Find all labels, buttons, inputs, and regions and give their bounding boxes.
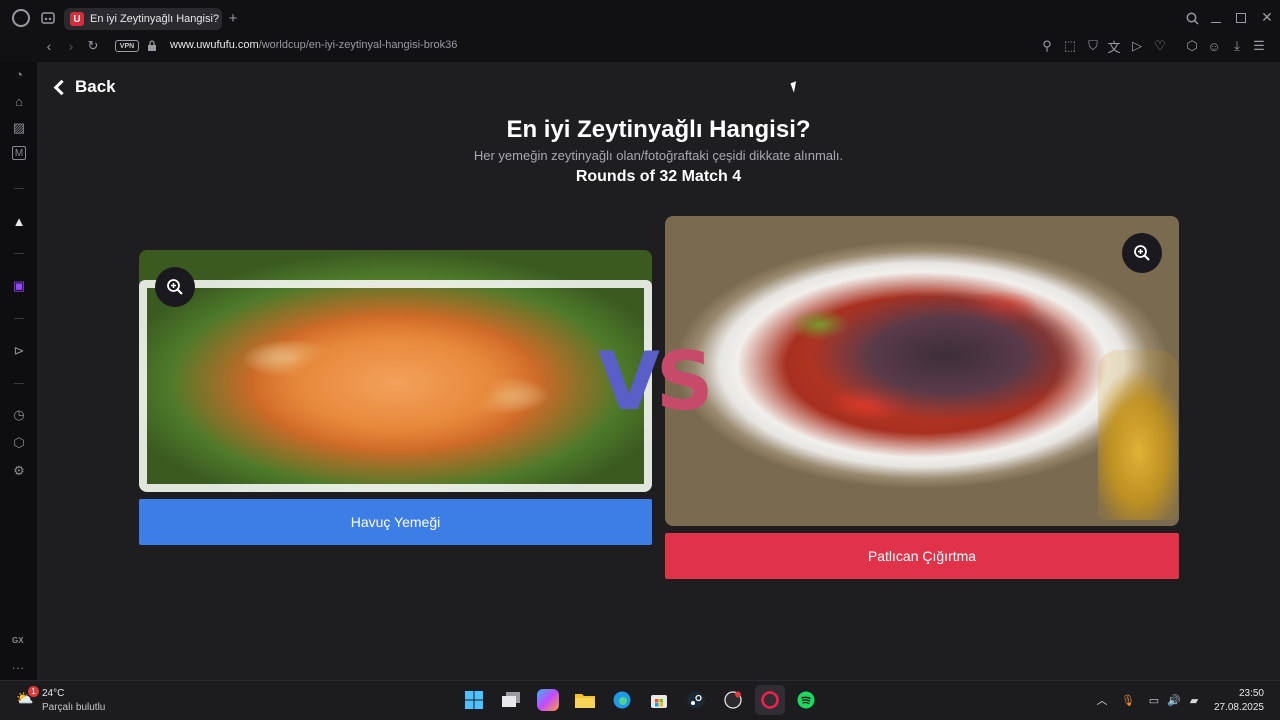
lock-icon[interactable] xyxy=(146,39,158,53)
aria-icon[interactable]: ▲ xyxy=(10,212,28,230)
windows-start-icon[interactable] xyxy=(463,689,485,711)
sidebar-divider xyxy=(14,188,24,189)
task-view-icon[interactable] xyxy=(500,689,522,711)
back-nav-icon[interactable]: ‹ xyxy=(42,38,56,54)
round-info: Rounds of 32 Match 4 xyxy=(575,168,742,185)
copilot-icon[interactable] xyxy=(537,689,559,711)
url-text[interactable]: www.uwufufu.com/worldcup/en-iyi-zeytinya… xyxy=(170,39,457,51)
menu-icon[interactable]: ☰ xyxy=(1252,38,1266,53)
edge-icon[interactable] xyxy=(611,689,633,711)
zoom-in-icon[interactable] xyxy=(1122,233,1162,273)
page-subtitle: Her yemeğin zeytinyağlı olan/fotoğraftak… xyxy=(473,148,844,163)
vs-v: V xyxy=(598,335,660,428)
play-icon[interactable]: ▷ xyxy=(1130,38,1144,53)
choose-left-button[interactable]: Havuç Yemeği xyxy=(139,499,652,545)
taskbar xyxy=(0,680,1280,720)
weather-temp[interactable]: 24°C xyxy=(42,688,64,699)
weather-badge: 1 xyxy=(28,686,39,697)
shield-icon[interactable]: ⛉ xyxy=(1086,38,1100,53)
history-icon[interactable]: ◷ xyxy=(10,406,28,424)
opera-logo-icon[interactable] xyxy=(12,9,30,27)
choose-right-button[interactable]: Patlıcan Çığırtma xyxy=(665,533,1179,579)
clock-time[interactable]: 23:50 xyxy=(1232,688,1264,699)
opera-gx-taskbar-icon[interactable] xyxy=(755,685,785,715)
url-path: /worldcup/en-iyi-zeytinyal-hangisi-brok3… xyxy=(258,39,458,51)
page-title: En iyi Zeytinyağlı Hangisi? xyxy=(506,116,811,143)
player-m-icon[interactable]: M xyxy=(12,146,26,160)
store-icon[interactable] xyxy=(648,689,670,711)
show-hidden-icons-icon[interactable]: ︿ xyxy=(1094,692,1110,708)
video-player-icon[interactable]: ⊳ xyxy=(10,342,28,360)
restore-icon[interactable] xyxy=(1236,13,1246,23)
settings-gear-icon[interactable]: ⚙ xyxy=(10,462,28,480)
tab-title: En iyi Zeytinyağlı Hangisi? xyxy=(90,13,220,25)
weather-desc[interactable]: Parçalı bulutlu xyxy=(42,702,105,713)
file-explorer-icon[interactable] xyxy=(574,689,596,711)
heart-icon[interactable]: ♡ xyxy=(1153,38,1167,53)
forward-nav-icon[interactable]: › xyxy=(64,38,78,54)
vpn-badge[interactable]: VPN xyxy=(115,40,139,52)
battery-icon[interactable]: ▰ xyxy=(1186,692,1202,708)
plate-rim xyxy=(139,280,652,492)
clock-date[interactable]: 27.08.2025 xyxy=(1212,702,1264,713)
browser-tab[interactable]: U En iyi Zeytinyağlı Hangisi? xyxy=(64,8,222,30)
workspaces-icon[interactable] xyxy=(40,10,56,26)
sidebar-divider xyxy=(14,383,24,384)
sidebar-divider xyxy=(14,253,24,254)
twitch-icon[interactable]: ▣ xyxy=(10,277,28,295)
gx-label: GX xyxy=(12,636,24,645)
display-icon[interactable]: ▭ xyxy=(1146,692,1162,708)
snapshot-icon[interactable]: ⬚ xyxy=(1063,38,1077,53)
back-button[interactable]: Back xyxy=(52,77,116,97)
versus-badge: VS xyxy=(598,342,714,422)
speed-dial-icon[interactable]: ◔ xyxy=(10,65,28,83)
steam-icon[interactable] xyxy=(685,689,707,711)
cleaner-icon[interactable]: ▨ xyxy=(10,119,28,137)
back-label: Back xyxy=(75,77,116,96)
zoom-in-icon[interactable] xyxy=(155,267,195,307)
minimize-icon[interactable] xyxy=(1211,22,1221,23)
profile-icon[interactable]: ☺ xyxy=(1207,39,1221,54)
sidebar-more-icon[interactable]: ... xyxy=(12,658,25,672)
vs-s: S xyxy=(655,335,714,428)
url-domain: www.uwufufu.com xyxy=(170,39,259,51)
left-choice-image[interactable] xyxy=(139,250,652,492)
microphone-icon[interactable]: 🎙 xyxy=(1120,692,1136,708)
chevron-left-icon xyxy=(53,79,70,95)
close-icon[interactable]: ✕ xyxy=(1260,9,1274,25)
pin-icon[interactable]: ⚲ xyxy=(1040,38,1054,53)
translate-icon[interactable]: 文 xyxy=(1107,39,1121,55)
extensions-icon[interactable]: ⬡ xyxy=(1185,38,1199,53)
download-icon[interactable]: ⤓ xyxy=(1230,38,1244,53)
volume-icon[interactable]: 🔊 xyxy=(1166,692,1182,708)
spotify-icon[interactable] xyxy=(795,689,817,711)
app-icon[interactable] xyxy=(722,689,744,711)
olive-oil-jug xyxy=(1098,350,1178,520)
gx-corner-icon[interactable]: ⌂ xyxy=(10,92,28,110)
sidebar-divider xyxy=(14,318,24,319)
tab-favicon-icon: U xyxy=(70,12,84,26)
search-tabs-icon[interactable] xyxy=(1185,11,1199,25)
new-tab-icon[interactable]: + xyxy=(226,10,240,27)
reload-icon[interactable]: ↻ xyxy=(86,38,100,53)
extensions-sidebar-icon[interactable]: ⬡ xyxy=(10,434,28,452)
